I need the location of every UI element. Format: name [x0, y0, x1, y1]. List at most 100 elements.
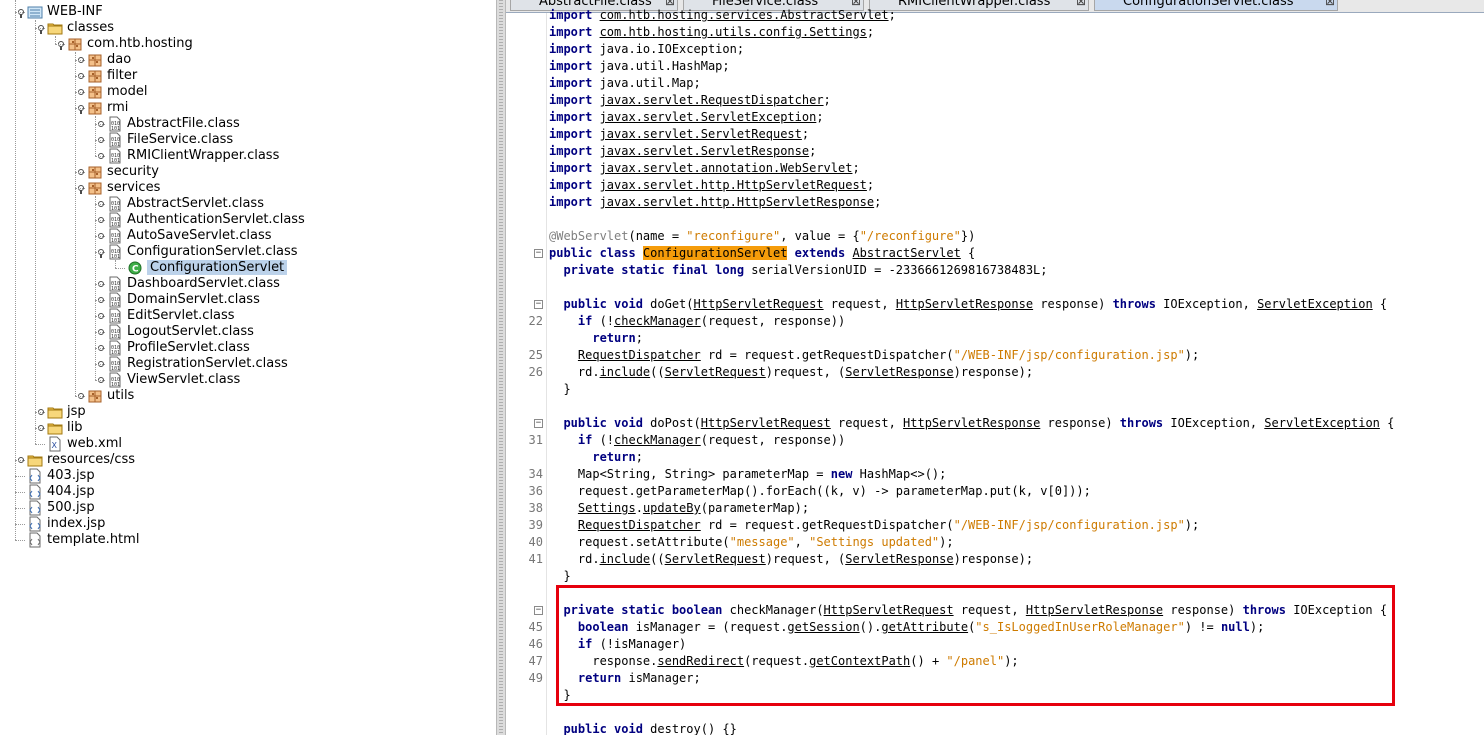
code-line[interactable]: import javax.servlet.ServletResponse; — [549, 143, 816, 160]
tree-node[interactable]: 010 101 LogoutServlet.class — [107, 324, 254, 340]
code-line[interactable]: public void doGet(HttpServletRequest req… — [549, 296, 1387, 313]
fold-toggle-icon[interactable]: − — [534, 419, 543, 428]
code-line[interactable]: import javax.servlet.RequestDispatcher; — [549, 92, 831, 109]
code-token: )response); — [953, 365, 1034, 379]
code-line[interactable]: import javax.servlet.annotation.WebServl… — [549, 160, 860, 177]
tree-node[interactable]: lib — [47, 420, 82, 436]
tree-node[interactable]: 010 101 RMIClientWrapper.class — [107, 148, 279, 164]
code-line[interactable]: public class ConfigurationServlet extend… — [549, 245, 975, 262]
folder-icon — [47, 20, 63, 36]
code-line[interactable]: import java.util.HashMap; — [549, 58, 730, 75]
code-line[interactable]: import javax.servlet.http.HttpServletReq… — [549, 177, 874, 194]
tree-node[interactable]: filter — [87, 68, 137, 84]
splitter-grip[interactable] — [499, 0, 503, 735]
code-line[interactable]: import java.util.Map; — [549, 75, 701, 92]
tree-node[interactable]: 010 101 ConfigurationServlet.class — [107, 244, 298, 260]
tree-node[interactable]: 010 101 AbstractFile.class — [107, 116, 240, 132]
tree-node[interactable]: classes — [47, 20, 114, 36]
code-token: { — [1379, 416, 1395, 430]
editor-tab[interactable]: ConfigurationServlet.class ⊠ — [1094, 0, 1338, 11]
code-token: include — [599, 365, 651, 379]
tree-node[interactable]: utils — [87, 388, 134, 404]
code-line[interactable]: } — [549, 568, 570, 585]
code-token: "/WEB-INF/jsp/configuration.jsp" — [953, 348, 1185, 362]
code-line[interactable]: import javax.servlet.ServletRequest; — [549, 126, 809, 143]
code-line[interactable]: public void destroy() {} — [549, 721, 736, 735]
tree-node[interactable]: 010 101 AbstractServlet.class — [107, 196, 264, 212]
close-tab-icon[interactable]: ⊠ — [1076, 0, 1086, 11]
tree-connector — [95, 300, 105, 301]
tree-connector — [15, 460, 25, 461]
code-line[interactable]: import javax.servlet.http.HttpServletRes… — [549, 194, 881, 211]
code-token: ); — [1184, 348, 1200, 362]
code-line[interactable]: if (!checkManager(request, response)) — [549, 432, 845, 449]
tree-node[interactable]: 010 101 AuthenticationServlet.class — [107, 212, 305, 228]
code-line[interactable]: import java.io.IOException; — [549, 41, 744, 58]
tree-connector — [95, 348, 105, 349]
code-line[interactable]: public void doPost(HttpServletRequest re… — [549, 415, 1394, 432]
tree-connector — [95, 316, 105, 317]
code-token: ServletRequest — [664, 552, 766, 566]
tree-node[interactable]: WEB-INF — [27, 4, 103, 20]
tree-node[interactable]: 010 101 EditServlet.class — [107, 308, 235, 324]
tree-node[interactable]: dao — [87, 52, 131, 68]
tree-node[interactable]: Xweb.xml — [47, 436, 122, 452]
code-line[interactable]: return; — [549, 449, 643, 466]
package-icon — [87, 164, 103, 180]
tree-node[interactable]: com.htb.hosting — [67, 36, 193, 52]
code-line[interactable]: request.getParameterMap().forEach((k, v)… — [549, 483, 1091, 500]
tree-node[interactable]: C ConfigurationServlet — [127, 260, 288, 276]
tree-node-label: filter — [107, 68, 138, 83]
code-line[interactable]: rd.include((ServletRequest)request, (Ser… — [549, 551, 1033, 568]
code-token: ; — [816, 110, 824, 124]
tree-node[interactable]: 010 101 AutoSaveServlet.class — [107, 228, 272, 244]
tree-node-label: AutoSaveServlet.class — [127, 228, 272, 243]
tree-node-label: ConfigurationServlet — [147, 260, 288, 275]
tree-node[interactable]: rmi — [87, 100, 128, 116]
code-line[interactable]: RequestDispatcher rd = request.getReques… — [549, 517, 1199, 534]
tree-node[interactable]: services — [87, 180, 160, 196]
code-line[interactable]: import javax.servlet.ServletException; — [549, 109, 824, 126]
tree-node[interactable]: 010 101 ProfileServlet.class — [107, 340, 250, 356]
code-line[interactable]: @WebServlet(name = "reconfigure", value … — [549, 228, 975, 245]
tree-connector — [35, 412, 45, 413]
tree-node[interactable]: 010 101 DashboardServlet.class — [107, 276, 280, 292]
code-line[interactable]: rd.include((ServletRequest)request, (Ser… — [549, 364, 1033, 381]
code-line[interactable]: RequestDispatcher rd = request.getReques… — [549, 347, 1199, 364]
tree-node[interactable]: model — [87, 84, 147, 100]
pane-splitter[interactable] — [496, 0, 506, 735]
code-token: throws — [1119, 416, 1171, 430]
code-line[interactable]: } — [549, 381, 570, 398]
tree-node[interactable]: 403.jsp — [27, 468, 95, 484]
fold-toggle-icon[interactable]: − — [534, 249, 543, 258]
code-line[interactable]: Settings.updateBy(parameterMap); — [549, 500, 809, 517]
tree-node[interactable]: index.jsp — [27, 516, 105, 532]
tree-node[interactable]: resources/css — [27, 452, 135, 468]
project-tree[interactable]: WEB-INF classes com.htb.hosting dao filter mo… — [0, 0, 496, 735]
tree-node[interactable]: jsp — [47, 404, 86, 420]
tree-connector — [75, 396, 85, 397]
tree-node-label: index.jsp — [47, 516, 106, 531]
code-line[interactable]: private static final long serialVersionU… — [549, 262, 1047, 279]
close-tab-icon[interactable]: ⊠ — [1325, 0, 1335, 11]
tree-node[interactable]: 010 101 FileService.class — [107, 132, 233, 148]
tree-node-label: RegistrationServlet.class — [127, 356, 288, 371]
tree-node[interactable]: 010 101 RegistrationServlet.class — [107, 356, 288, 372]
code-line[interactable]: Map<String, String> parameterMap = new H… — [549, 466, 946, 483]
tree-node[interactable]: 404.jsp — [27, 484, 95, 500]
tree-node[interactable]: security — [87, 164, 159, 180]
tree-node[interactable]: template.html — [27, 532, 139, 548]
tree-node[interactable]: 010 101 ViewServlet.class — [107, 372, 240, 388]
fold-toggle-icon[interactable]: − — [534, 300, 543, 309]
tree-node[interactable]: 500.jsp — [27, 500, 95, 516]
code-line[interactable]: return; — [549, 330, 643, 347]
code-line[interactable]: request.setAttribute("message", "Setting… — [549, 534, 954, 551]
tree-node[interactable]: 010 101 DomainServlet.class — [107, 292, 260, 308]
code-line[interactable]: import com.htb.hosting.utils.config.Sett… — [549, 24, 874, 41]
code-token: ); — [1184, 518, 1200, 532]
code-token: public class — [549, 246, 643, 260]
code-line[interactable]: if (!checkManager(request, response)) — [549, 313, 845, 330]
code-line[interactable]: import com.htb.hosting.services.Abstract… — [549, 7, 903, 24]
fold-toggle-icon[interactable]: − — [534, 606, 543, 615]
